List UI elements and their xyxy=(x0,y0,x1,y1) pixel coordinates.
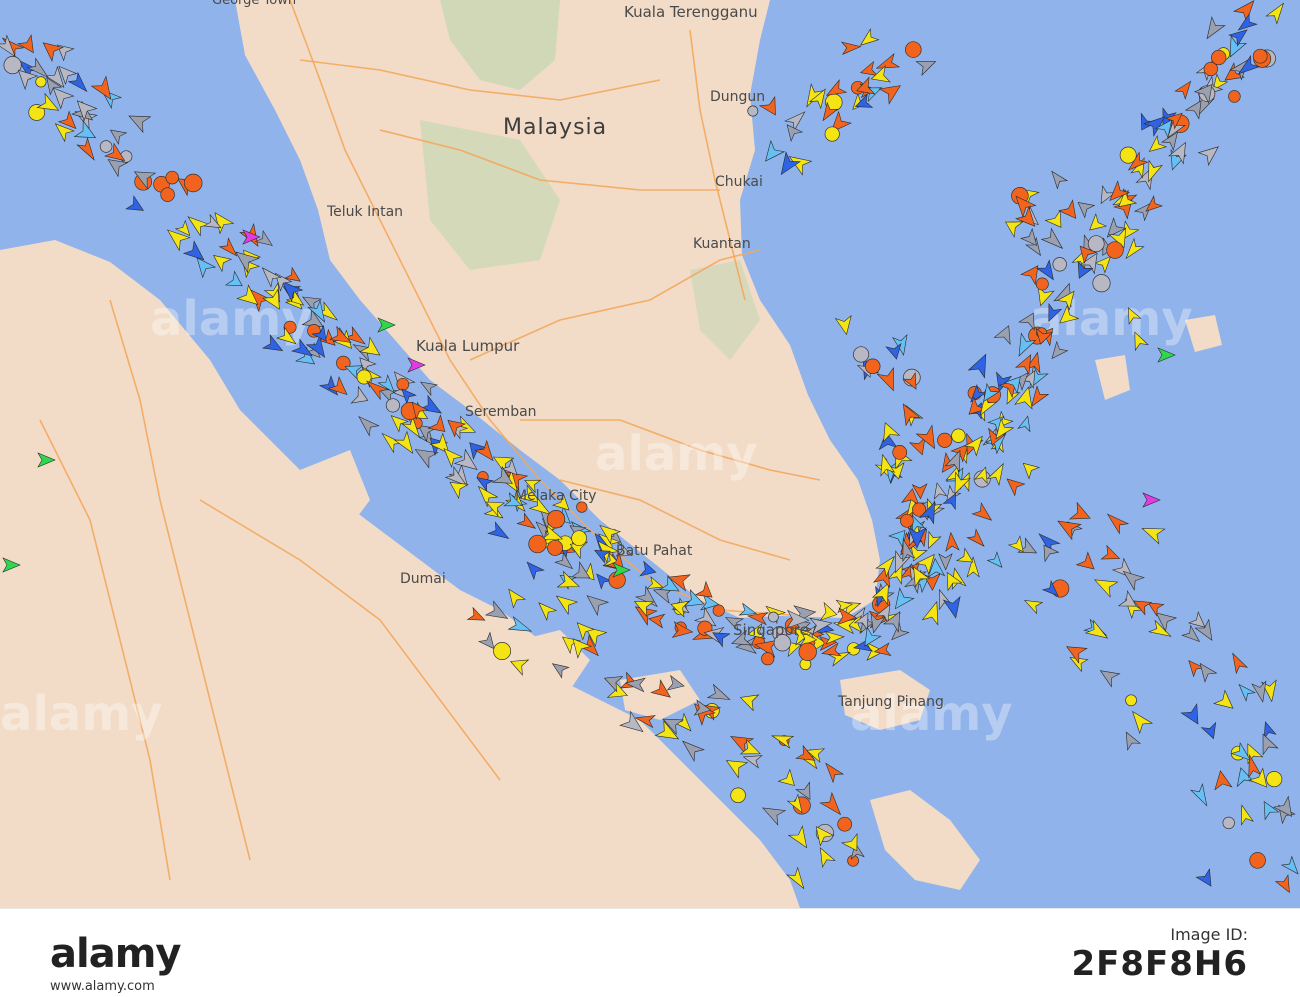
place-label-singapore: Singapore xyxy=(733,621,809,639)
anchored-vessel-marker[interactable] xyxy=(1052,257,1067,272)
anchored-vessel-marker[interactable] xyxy=(853,346,870,363)
anchored-vessel-marker[interactable] xyxy=(1252,48,1268,64)
anchored-vessel-marker[interactable] xyxy=(905,41,922,58)
anchored-vessel-marker[interactable] xyxy=(1035,277,1049,291)
image-id-label: Image ID: xyxy=(1170,925,1248,944)
anchored-vessel-marker[interactable] xyxy=(712,604,725,617)
anchored-vessel-marker[interactable] xyxy=(1228,90,1241,103)
place-label-kuala-terengganu: Kuala Terengganu xyxy=(624,3,758,21)
anchored-vessel-marker[interactable] xyxy=(837,816,853,832)
place-label-seremban: Seremban xyxy=(465,404,537,420)
anchored-vessel-marker[interactable] xyxy=(892,445,908,460)
anchored-vessel-marker[interactable] xyxy=(864,358,881,375)
place-label-batu-pahat: Batu Pahat xyxy=(616,543,693,559)
anchored-vessel-marker[interactable] xyxy=(1222,816,1235,830)
place-label-teluk-intan: Teluk Intan xyxy=(326,204,403,220)
map-canvas[interactable]: alamy alamy alamy alamy alamy Malaysia K… xyxy=(0,0,1300,908)
country-label: Malaysia xyxy=(503,115,607,140)
stock-logo: alamy xyxy=(50,931,181,977)
anchored-vessel-marker[interactable] xyxy=(546,510,566,529)
place-label-kuala-lumpur: Kuala Lumpur xyxy=(416,337,520,355)
watermark-3: alamy xyxy=(1030,291,1193,347)
anchored-vessel-marker[interactable] xyxy=(1266,771,1283,788)
anchored-vessel-marker[interactable] xyxy=(798,642,817,661)
place-label-chukai: Chukai xyxy=(715,174,763,190)
place-label-melaka-city: Melaka City xyxy=(515,488,597,504)
place-label-george-town: George Town xyxy=(212,0,296,8)
anchored-vessel-marker[interactable] xyxy=(937,432,953,448)
anchored-vessel-marker[interactable] xyxy=(1211,49,1227,66)
place-label-dungun: Dungun xyxy=(710,89,765,105)
anchored-vessel-marker[interactable] xyxy=(165,170,179,185)
anchored-vessel-marker[interactable] xyxy=(900,513,914,528)
anchored-vessel-marker[interactable] xyxy=(35,76,47,88)
place-label-dumai: Dumai xyxy=(400,571,446,587)
image-id-code: 2F8F8H6 xyxy=(1071,944,1248,984)
stock-url: www.alamy.com xyxy=(50,979,155,994)
place-label-kuantan: Kuantan xyxy=(693,236,751,252)
watermark-2: alamy xyxy=(595,426,758,482)
watermark-4: alamy xyxy=(0,686,163,742)
anchored-vessel-marker[interactable] xyxy=(571,530,587,547)
anchored-vessel-marker[interactable] xyxy=(1106,241,1124,259)
anchored-vessel-marker[interactable] xyxy=(1125,694,1137,707)
anchored-vessel-marker[interactable] xyxy=(730,787,746,804)
anchored-vessel-marker[interactable] xyxy=(761,652,775,666)
anchored-vessel-marker[interactable] xyxy=(385,398,400,413)
anchored-vessel-marker[interactable] xyxy=(1092,274,1111,293)
anchored-vessel-marker[interactable] xyxy=(1249,852,1266,869)
place-label-tanjung-pinang: Tanjung Pinang xyxy=(837,694,944,710)
anchored-vessel-marker[interactable] xyxy=(396,377,410,391)
screenshot: alamy alamy alamy alamy alamy Malaysia K… xyxy=(0,0,1300,997)
anchored-vessel-marker[interactable] xyxy=(99,140,113,153)
anchored-vessel-marker[interactable] xyxy=(1087,235,1105,253)
anchored-vessel-marker[interactable] xyxy=(547,539,564,556)
ship-tracking-map[interactable]: alamy alamy alamy alamy alamy Malaysia K… xyxy=(0,0,1300,908)
anchored-vessel-marker[interactable] xyxy=(747,105,759,117)
anchored-vessel-marker[interactable] xyxy=(951,428,966,443)
anchored-vessel-marker[interactable] xyxy=(824,126,840,142)
stock-image-id: Image ID: 2F8F8H6 xyxy=(1071,925,1248,984)
stock-photo-footer: alamy www.alamy.com Image ID: 2F8F8H6 xyxy=(0,908,1300,997)
anchored-vessel-marker[interactable] xyxy=(493,642,512,660)
anchored-vessel-marker[interactable] xyxy=(183,173,203,193)
anchored-vessel-marker[interactable] xyxy=(528,534,547,554)
anchored-vessel-marker[interactable] xyxy=(160,187,175,202)
